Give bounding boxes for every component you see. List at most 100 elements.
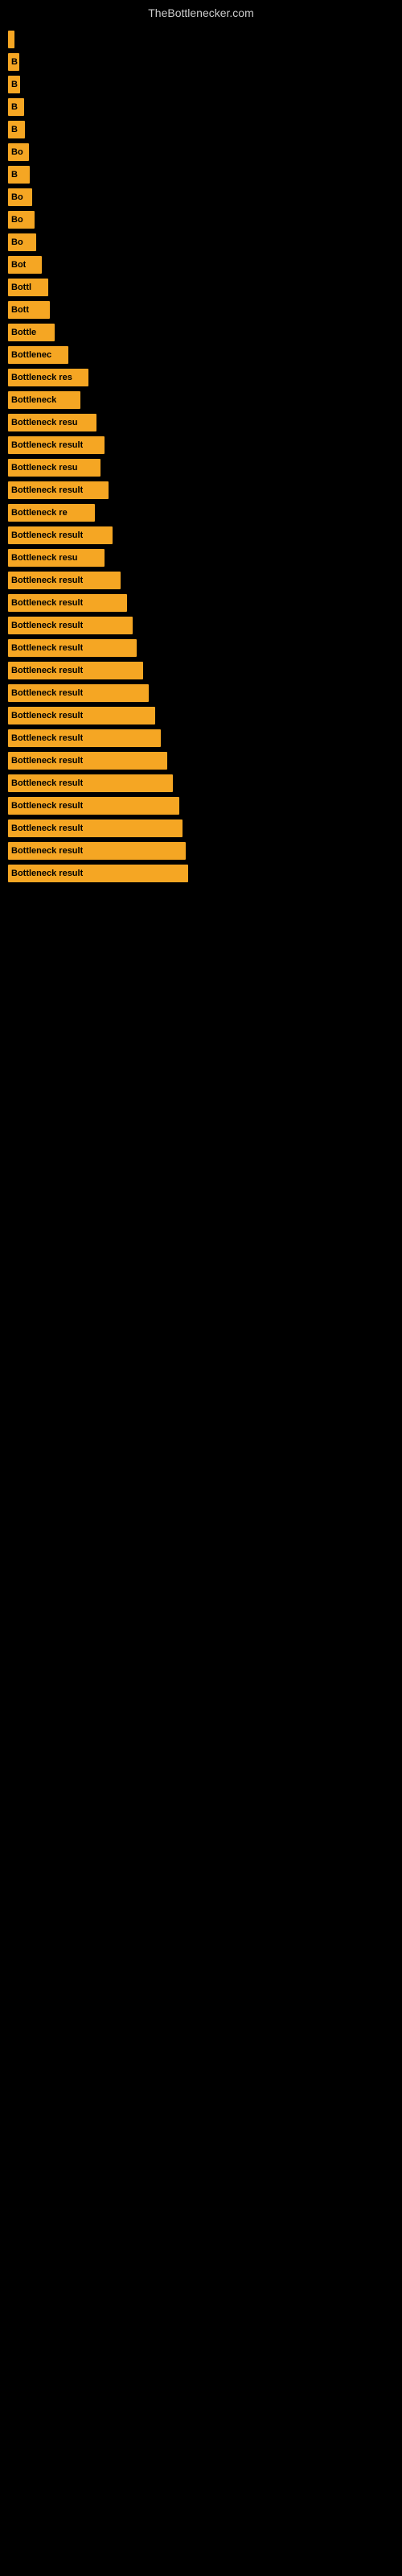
bar-row: Bottle [8,324,402,341]
bar-row: Bo [8,143,402,161]
bar-row: Bottleneck result [8,774,402,792]
bar-row: Bottleneck result [8,526,402,544]
bar-24: Bottleneck result [8,572,121,589]
bar-label-29: Bottleneck result [11,688,83,698]
bar-label-30: Bottleneck result [11,711,83,720]
bar-row: Bottleneck resu [8,549,402,567]
bar-label-35: Bottleneck result [11,824,83,833]
bar-row: Bottleneck result [8,797,402,815]
bar-label-22: Bottleneck result [11,530,83,540]
bar-row: Bottleneck resu [8,459,402,477]
bar-5: Bo [8,143,29,161]
bar-label-10: Bot [11,260,26,270]
bar-13: Bottle [8,324,55,341]
bar-34: Bottleneck result [8,797,179,815]
bar-1: B [8,53,19,71]
bar-row: B [8,166,402,184]
bar-label-19: Bottleneck resu [11,463,78,473]
bar-row: Bottleneck result [8,684,402,702]
bar-label-37: Bottleneck result [11,869,83,878]
bar-row: B [8,98,402,116]
bar-label-11: Bottl [11,283,31,292]
bar-label-3: B [11,102,18,112]
bar-label-4: B [11,125,18,134]
bar-label-20: Bottleneck result [11,485,83,495]
bar-17: Bottleneck resu [8,414,96,431]
bar-25: Bottleneck result [8,594,127,612]
bar-4: B [8,121,25,138]
bar-row: Bottlenec [8,346,402,364]
bar-label-33: Bottleneck result [11,778,83,788]
site-title: TheBottlenecker.com [0,0,402,23]
bar-row: Bottleneck res [8,369,402,386]
bar-label-2: B [11,80,18,89]
bar-label-12: Bott [11,305,29,315]
bar-row: Bott [8,301,402,319]
bar-33: Bottleneck result [8,774,173,792]
bar-row: Bottleneck result [8,594,402,612]
bar-6: B [8,166,30,184]
bar-row: Bo [8,211,402,229]
bar-row: Bottleneck [8,391,402,409]
bar-row: Bottleneck result [8,662,402,679]
bar-19: Bottleneck resu [8,459,100,477]
bar-row: Bottleneck resu [8,414,402,431]
bar-label-36: Bottleneck result [11,846,83,856]
bar-label-13: Bottle [11,328,36,337]
bar-29: Bottleneck result [8,684,149,702]
bar-label-23: Bottleneck resu [11,553,78,563]
bar-label-16: Bottleneck [11,395,56,405]
bar-label-9: Bo [11,237,23,247]
bar-27: Bottleneck result [8,639,137,657]
bar-37: Bottleneck result [8,865,188,882]
bar-row: Bottleneck result [8,752,402,770]
bar-row: B [8,76,402,93]
bar-26: Bottleneck result [8,617,133,634]
bar-label-17: Bottleneck resu [11,418,78,427]
bar-10: Bot [8,256,42,274]
bar-row: Bottleneck result [8,707,402,724]
bar-2: B [8,76,20,93]
bar-label-28: Bottleneck result [11,666,83,675]
bar-row: B [8,53,402,71]
bar-8: Bo [8,211,35,229]
bar-label-24: Bottleneck result [11,576,83,585]
bar-row: Bot [8,256,402,274]
bar-row: Bottleneck re [8,504,402,522]
bar-23: Bottleneck resu [8,549,105,567]
bar-12: Bott [8,301,50,319]
bar-11: Bottl [8,279,48,296]
bar-32: Bottleneck result [8,752,167,770]
bar-label-8: Bo [11,215,23,225]
bar-row: Bottleneck result [8,865,402,882]
bar-row: Bo [8,233,402,251]
bar-label-27: Bottleneck result [11,643,83,653]
bar-row: Bottleneck result [8,819,402,837]
bar-30: Bottleneck result [8,707,155,724]
bar-36: Bottleneck result [8,842,186,860]
bar-row: Bottleneck result [8,617,402,634]
bar-label-15: Bottleneck res [11,373,72,382]
bar-20: Bottleneck result [8,481,109,499]
bar-0 [8,31,14,48]
bar-label-21: Bottleneck re [11,508,68,518]
bar-22: Bottleneck result [8,526,113,544]
bar-21: Bottleneck re [8,504,95,522]
bar-label-5: Bo [11,147,23,157]
bars-container: B B B B Bo B Bo Bo Bo Bot Bottl Bott Bottle Bottlenec… [0,23,402,882]
bar-label-34: Bottleneck result [11,801,83,811]
bar-7: Bo [8,188,32,206]
bar-label-31: Bottleneck result [11,733,83,743]
bar-35: Bottleneck result [8,819,183,837]
bar-label-7: Bo [11,192,23,202]
bar-row: Bottleneck result [8,842,402,860]
bar-row: Bottleneck result [8,729,402,747]
bar-row: Bo [8,188,402,206]
bar-row: B [8,121,402,138]
bar-label-6: B [11,170,18,180]
bar-28: Bottleneck result [8,662,143,679]
bar-15: Bottleneck res [8,369,88,386]
bar-label-1: B [11,57,18,67]
bar-3: B [8,98,24,116]
bar-label-18: Bottleneck result [11,440,83,450]
